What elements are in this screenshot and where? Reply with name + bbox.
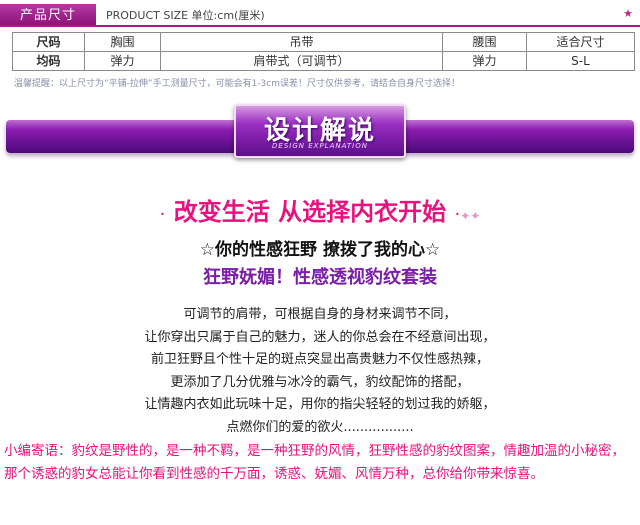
description-line: 更添加了几分优雅与冰冷的霸气，豹纹配饰的搭配， — [170, 374, 470, 390]
table-header-cell: 尺码 — [12, 32, 85, 52]
sparkle-icon: ✦✦ — [460, 209, 481, 223]
table-header-cell: 胸围 — [84, 32, 161, 52]
description-line: 点燃你们的爱的欲火................. — [226, 419, 414, 435]
table-header-cell: 腰围 — [442, 32, 527, 52]
table-header-row: 尺码 胸围 吊带 腰围 适合尺寸 — [12, 32, 635, 52]
size-header: 产品尺寸 PRODUCT SIZE 单位:cm(厘米) ★ — [0, 4, 640, 27]
table-cell: 肩带式（可调节） — [160, 51, 443, 71]
table-cell: 弹力 — [84, 51, 161, 71]
design-banner-subtitle: DESIGN EXPLANATION — [272, 142, 368, 150]
headline: · 改变生活 从选择内衣开始 ·✦✦ — [0, 192, 640, 227]
product-detail-page: 产品尺寸 PRODUCT SIZE 单位:cm(厘米) ★ 尺码 胸围 吊带 腰… — [0, 0, 640, 525]
size-tab-label: 产品尺寸 — [0, 4, 96, 27]
description-line: 让你穿出只属于自己的魅力，迷人的你总会在不经意间出现， — [144, 329, 496, 345]
table-row: 均码 弹力 肩带式（可调节） 弹力 S-L — [12, 51, 635, 71]
table-header-cell: 适合尺寸 — [526, 32, 635, 52]
description-line: 前卫狂野且个性十足的斑点突显出高贵魅力不仅性感热辣， — [150, 352, 489, 367]
star-icon: ★ — [623, 7, 633, 20]
design-banner-label: 设计解说 DESIGN EXPLANATION — [234, 104, 406, 158]
description-line: 让情趣内衣如此玩味十足，用你的指尖轻轻的划过我的娇躯， — [144, 397, 496, 412]
table-header-cell: 吊带 — [160, 32, 443, 52]
headline-text: 改变生活 从选择内衣开始 — [173, 198, 447, 226]
headline-left-mark: · — [159, 204, 166, 225]
editor-note: 小编寄语：豹纹是野性的，是一种不羁，是一种狂野的风情，狂野性感的豹纹图案，情趣加… — [4, 443, 625, 482]
description-block: 可调节的肩带，可根据自身的身材来调节不同， 让你穿出只属于自己的魅力，迷人的你总… — [0, 304, 640, 439]
table-cell: 弹力 — [442, 51, 527, 71]
table-cell: S-L — [526, 51, 635, 71]
header-divider — [0, 25, 640, 27]
description-line: 可调节的肩带，可根据自身的身材来调节不同， — [183, 307, 457, 322]
size-note: 温馨提醒：以上尺寸为“平铺-拉伸”手工测量尺寸，可能会有1-3cm误差！尺寸仅供… — [14, 79, 460, 89]
subtitle-2: 狂野妩媚！性感透视豹纹套装 — [203, 267, 437, 288]
size-table: 尺码 胸围 吊带 腰围 适合尺寸 均码 弹力 肩带式（可调节） 弹力 S-L — [12, 32, 635, 71]
subtitle-1: ☆你的性感狂野 撩拨了我的心☆ — [199, 240, 441, 260]
table-cell: 均码 — [12, 51, 85, 71]
size-subtitle: PRODUCT SIZE 单位:cm(厘米) — [106, 9, 265, 22]
